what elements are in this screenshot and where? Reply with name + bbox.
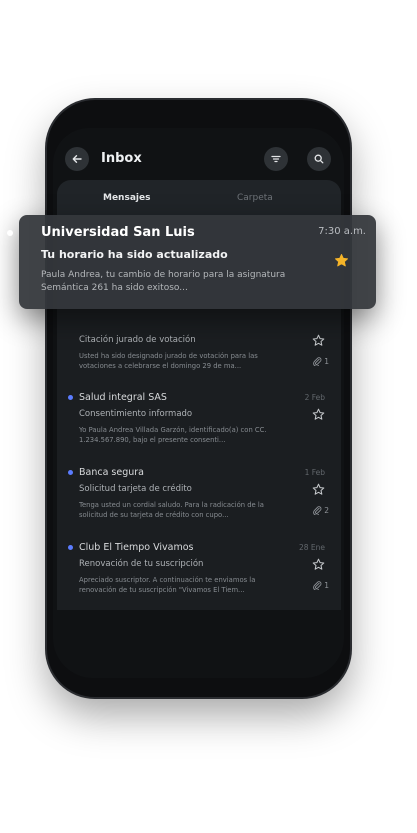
email-date: 28 Ene xyxy=(298,543,325,552)
arrow-left-icon xyxy=(72,155,82,163)
paperclip-icon xyxy=(313,357,322,366)
attachment-indicator: 1 xyxy=(312,356,329,366)
app-screen: Inbox Mensajes Carpeta Citación jurado d… xyxy=(53,128,344,678)
email-subject: Citación jurado de votación xyxy=(79,335,196,345)
email-sender: Banca segura xyxy=(79,467,144,478)
star-icon[interactable] xyxy=(312,408,325,421)
star-icon[interactable] xyxy=(312,334,325,347)
top-bar: Inbox xyxy=(53,136,344,171)
unread-dot xyxy=(68,395,73,400)
page-title: Inbox xyxy=(101,151,142,166)
star-icon[interactable] xyxy=(312,483,325,496)
search-icon xyxy=(314,154,324,164)
notification-subject: Tu horario ha sido actualizado xyxy=(41,248,228,261)
star-icon[interactable] xyxy=(312,558,325,571)
notification-time: 7:30 a.m. xyxy=(318,226,366,237)
email-preview: Usted ha sido designado jurado de votaci… xyxy=(79,352,258,370)
attachment-indicator: 2 xyxy=(312,505,329,515)
paperclip-icon xyxy=(313,506,322,515)
search-button[interactable] xyxy=(307,147,331,171)
email-sender: Salud integral SAS xyxy=(79,392,167,403)
attachment-count: 1 xyxy=(324,356,329,366)
email-preview: Tenga usted un cordial saludo. Para la r… xyxy=(79,501,264,519)
notification-preview: Paula Andrea, tu cambio de horario para … xyxy=(41,270,286,293)
unread-dot xyxy=(7,230,13,236)
email-preview: Yo Paula Andrea Villada Garzón, identifi… xyxy=(79,426,267,444)
back-button[interactable] xyxy=(65,147,89,171)
email-item[interactable]: Salud integral SAS 2 Feb Consentimiento … xyxy=(57,390,341,466)
tab-carpeta[interactable]: Carpeta xyxy=(237,193,273,203)
filter-icon xyxy=(271,155,281,163)
attachment-count: 2 xyxy=(324,505,329,515)
email-item[interactable]: Club El Tiempo Vivamos 28 Ene Renovación… xyxy=(57,540,341,616)
notification-sender: Universidad San Luis xyxy=(41,225,195,240)
email-subject: Consentimiento informado xyxy=(79,409,193,419)
email-preview: Apreciado suscriptor. A continuación te … xyxy=(79,576,256,594)
notification-card[interactable]: Universidad San Luis 7:30 a.m. Tu horari… xyxy=(7,215,376,309)
unread-dot xyxy=(68,545,73,550)
tab-mensajes[interactable]: Mensajes xyxy=(103,193,150,203)
tab-bar: Mensajes Carpeta xyxy=(57,180,341,220)
email-sender: Club El Tiempo Vivamos xyxy=(79,542,194,553)
star-filled-icon[interactable] xyxy=(334,253,349,268)
email-date: 2 Feb xyxy=(304,393,325,402)
email-item[interactable]: Banca segura 1 Feb Solicitud tarjeta de … xyxy=(57,465,341,541)
email-item[interactable]: Citación jurado de votación Usted ha sid… xyxy=(57,316,341,392)
unread-dot xyxy=(68,470,73,475)
email-date: 1 Feb xyxy=(304,468,325,477)
email-subject: Solicitud tarjeta de crédito xyxy=(79,484,192,494)
attachment-indicator: 1 xyxy=(312,580,329,590)
email-subject: Renovación de tu suscripción xyxy=(79,559,204,569)
paperclip-icon xyxy=(313,581,322,590)
filter-button[interactable] xyxy=(264,147,288,171)
attachment-count: 1 xyxy=(324,580,329,590)
